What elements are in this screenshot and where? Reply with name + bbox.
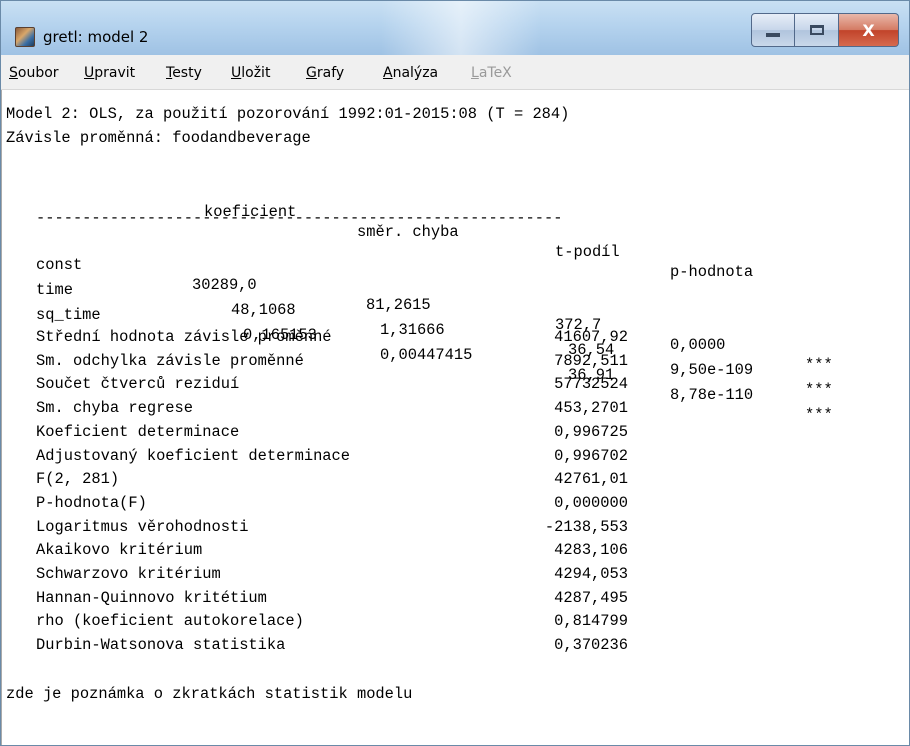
- menu-testy[interactable]: Testy: [166, 65, 202, 81]
- title-bar[interactable]: gretl: model 2 X: [1, 1, 909, 55]
- stat-label: P-hodnota(F): [36, 493, 147, 512]
- stat-label: rho (koeficient autokorelace): [36, 612, 304, 631]
- menu-upravit[interactable]: Upravit: [84, 65, 135, 81]
- stat-label: Durbin-Watsonova statistika: [36, 636, 286, 655]
- menu-latex: LaTeX: [471, 65, 512, 81]
- model-output-text[interactable]: Model 2: OLS, za použití pozorování 1992…: [1, 90, 909, 745]
- stat-value: 4283,106: [554, 541, 628, 560]
- menu-analyza[interactable]: Analýza: [383, 65, 438, 81]
- stat-value: 0,000000: [554, 493, 628, 512]
- stat-label: Sm. chyba regrese: [36, 399, 194, 418]
- menu-ulozit[interactable]: Uložit: [231, 65, 270, 81]
- window-controls: X: [751, 13, 899, 47]
- maximize-button[interactable]: [795, 13, 839, 47]
- dependent-variable-line: Závisle proměnná: foodandbeverage: [6, 129, 311, 147]
- maximize-icon: [809, 25, 824, 35]
- stat-label: Akaikovo kritérium: [36, 541, 203, 560]
- stat-label: Součet čtverců reziduí: [36, 375, 240, 394]
- close-icon: X: [862, 20, 875, 40]
- stat-value: 453,2701: [554, 399, 628, 418]
- model-window: gretl: model 2 X Soubor Upravit Testy Ul…: [0, 0, 910, 746]
- stat-label: Střední hodnota závisle proměnné: [36, 328, 332, 346]
- menu-soubor[interactable]: Soubor: [9, 65, 59, 81]
- stat-label: Adjustovaný koeficient determinace: [36, 446, 351, 465]
- stat-value: 4294,053: [554, 565, 628, 583]
- minimize-icon: [766, 33, 780, 37]
- stat-value: 0,996702: [554, 446, 628, 465]
- model-header-line: Model 2: OLS, za použití pozorování 1992…: [6, 105, 570, 123]
- stat-label: Schwarzovo kritérium: [36, 565, 221, 583]
- menu-grafy[interactable]: Grafy: [306, 65, 344, 81]
- gretl-app-icon[interactable]: [15, 27, 35, 47]
- menu-bar: Soubor Upravit Testy Uložit Grafy Analýz…: [1, 55, 909, 90]
- stat-label: F(2, 281): [36, 470, 120, 489]
- minimize-button[interactable]: [751, 13, 795, 47]
- stat-label: Logaritmus věrohodnosti: [36, 517, 249, 536]
- stat-value: 42761,01: [554, 470, 628, 489]
- stat-value: 0,996725: [554, 422, 628, 441]
- stat-value: 4287,495: [554, 588, 628, 607]
- stat-label: Hannan-Quinnovo kritétium: [36, 588, 267, 607]
- window-title: gretl: model 2: [43, 28, 149, 46]
- table-separator: ----------------------------------------…: [36, 209, 563, 227]
- stat-label: Koeficient determinace: [36, 422, 240, 441]
- stat-value: 57732524: [554, 375, 628, 394]
- stat-value: 0,370236: [554, 636, 628, 655]
- close-button[interactable]: X: [839, 13, 899, 47]
- stat-label: Sm. odchylka závisle proměnné: [36, 351, 304, 370]
- stat-value: 41607,92: [554, 328, 628, 346]
- stat-value: 0,814799: [554, 612, 628, 631]
- footer-note: zde je poznámka o zkratkách statistik mo…: [6, 685, 413, 703]
- stat-value: 7892,511: [554, 351, 628, 370]
- stat-value: -2138,553: [544, 517, 628, 536]
